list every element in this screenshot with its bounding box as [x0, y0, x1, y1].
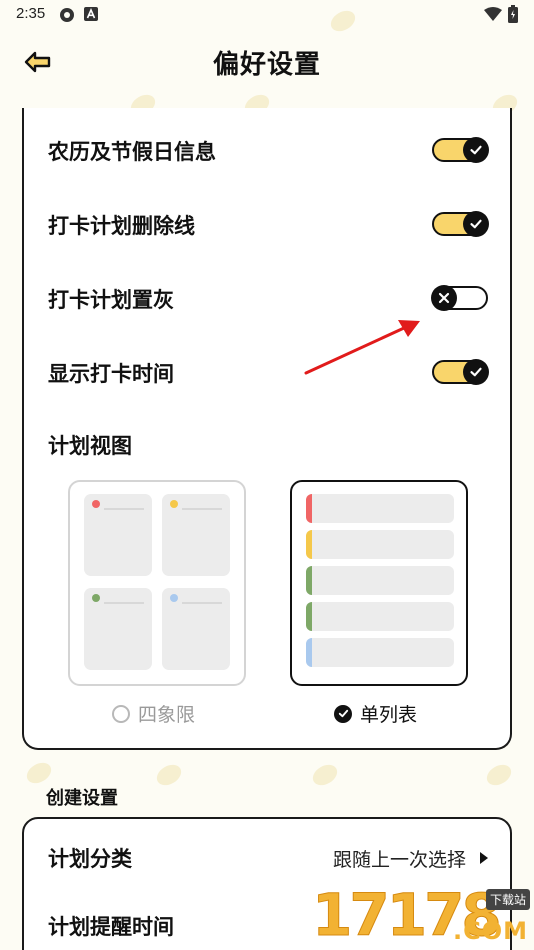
- list-preview-item: [306, 494, 454, 523]
- quadrant-cell: [162, 494, 230, 576]
- quadrant-line: [104, 602, 144, 604]
- check-icon: [463, 137, 489, 163]
- plan-category-value: 跟随上一次选择: [332, 849, 466, 871]
- watermark-tag: 下载站: [485, 889, 530, 910]
- page-title: 偏好设置: [212, 50, 321, 80]
- close-icon: [431, 285, 457, 311]
- list-color-bar: [306, 494, 312, 523]
- radio-checked-icon: [334, 704, 352, 723]
- grey-out-toggle[interactable]: [431, 285, 488, 311]
- list-color-bar: [306, 602, 312, 631]
- list-label: 单列表: [360, 704, 418, 726]
- list-preview-item: [306, 602, 454, 631]
- list-preview-item: [306, 566, 454, 595]
- quadrant-line: [182, 602, 222, 604]
- quadrant-dot: [92, 500, 100, 508]
- quadrant-cell: [162, 588, 230, 670]
- setting-label: 打卡计划删除线: [48, 214, 195, 238]
- setting-label: 农历及节假日信息: [48, 140, 216, 164]
- list-color-bar: [306, 638, 312, 667]
- quadrant-cell: [84, 588, 152, 670]
- quadrant-line: [104, 508, 144, 510]
- radio-unchecked-icon: [112, 704, 130, 723]
- quadrant-dot: [92, 594, 100, 602]
- check-icon: [463, 359, 489, 385]
- wifi-icon: [484, 7, 502, 21]
- background-pattern: [309, 760, 341, 790]
- list-radio[interactable]: 单列表: [334, 700, 417, 727]
- notification-a-icon: [84, 7, 98, 21]
- plan-category-row[interactable]: 计划分类 跟随上一次选择: [48, 841, 488, 877]
- list-color-bar: [306, 530, 312, 559]
- quadrant-cell: [84, 494, 152, 576]
- chevron-right-icon: [480, 852, 488, 864]
- next-setting-label[interactable]: 计划提醒时间: [48, 911, 174, 941]
- lunar-holiday-toggle[interactable]: [432, 137, 489, 163]
- app-notification-icon: [60, 8, 74, 22]
- watermark-logo: 17178 下载站 .COM: [312, 883, 534, 950]
- battery-icon: [508, 5, 518, 23]
- setting-row-strikethrough: 打卡计划删除线: [48, 204, 489, 244]
- strikethrough-toggle[interactable]: [432, 211, 489, 237]
- view-option-quadrant[interactable]: [68, 480, 246, 686]
- check-icon: [463, 211, 489, 237]
- create-settings-title: 创建设置: [46, 788, 118, 809]
- setting-label: 显示打卡时间: [48, 362, 174, 386]
- status-bar: 2:35: [0, 0, 534, 28]
- status-time: 2:35: [16, 5, 46, 22]
- background-pattern: [483, 760, 515, 790]
- quadrant-label: 四象限: [138, 704, 196, 726]
- quadrant-line: [182, 508, 222, 510]
- list-preview-item: [306, 638, 454, 667]
- watermark-suffix: .COM: [452, 917, 528, 945]
- setting-row-show-time: 显示打卡时间: [48, 352, 489, 392]
- quadrant-dot: [170, 594, 178, 602]
- setting-row-lunar-holiday: 农历及节假日信息: [48, 130, 489, 170]
- show-time-toggle[interactable]: [432, 359, 489, 385]
- background-pattern: [23, 758, 55, 788]
- list-color-bar: [306, 566, 312, 595]
- view-option-list[interactable]: [290, 480, 468, 686]
- plan-category-label: 计划分类: [48, 847, 132, 871]
- header: 偏好设置: [0, 36, 534, 88]
- quadrant-radio[interactable]: 四象限: [112, 700, 195, 727]
- background-pattern: [153, 760, 185, 790]
- setting-row-grey-out: 打卡计划置灰: [48, 278, 488, 318]
- quadrant-dot: [170, 500, 178, 508]
- plan-view-title: 计划视图: [48, 434, 132, 458]
- display-settings-card: 农历及节假日信息 打卡计划删除线 打卡计划置灰 显示打卡时间 计划视图 四象限 …: [22, 108, 512, 750]
- list-preview-item: [306, 530, 454, 559]
- setting-label: 打卡计划置灰: [48, 288, 174, 312]
